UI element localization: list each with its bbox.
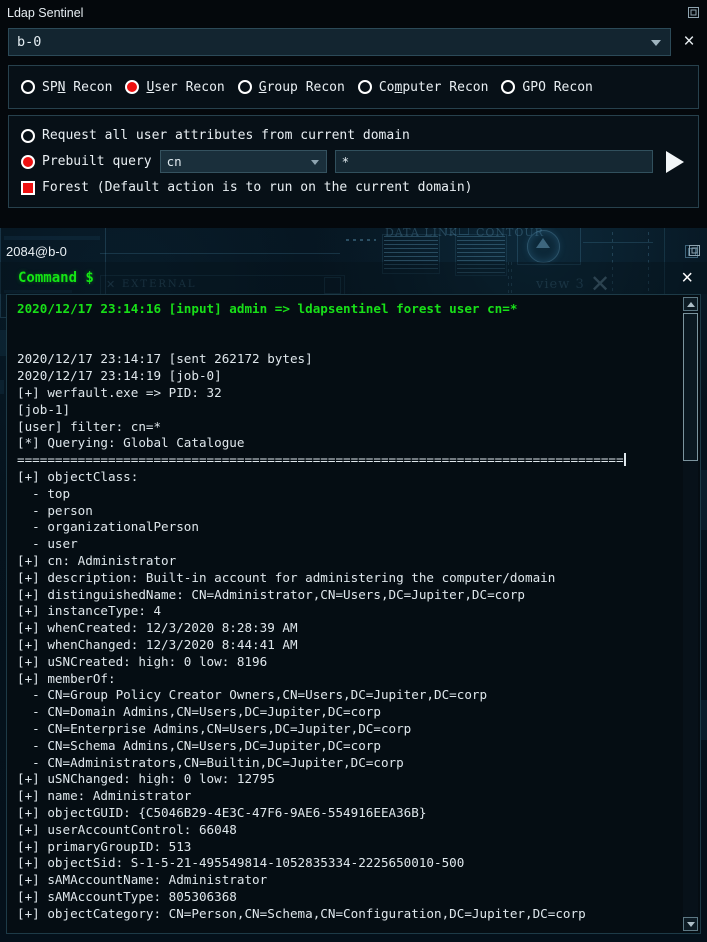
prebuilt-query-row: Prebuilt query cn *	[21, 150, 698, 173]
chevron-down-icon	[311, 160, 319, 165]
command-console-window: 2084@b-0 Command $ × 2020/12/17 23:14:16…	[0, 240, 707, 942]
terminal-line: [+] sAMAccountType: 805306368	[17, 889, 676, 906]
terminal-line: [+] cn: Administrator	[17, 553, 676, 570]
terminal-line: [+] sAMAccountName: Administrator	[17, 872, 676, 889]
terminal-line: [+] name: Administrator	[17, 788, 676, 805]
terminal-line: [+] whenChanged: 12/3/2020 8:44:41 AM	[17, 637, 676, 654]
prebuilt-query-value: cn	[167, 154, 182, 169]
terminal-output-area[interactable]: 2020/12/17 23:14:16 [input] admin => lda…	[6, 294, 701, 934]
forest-label: Forest (Default action is to run on the …	[42, 180, 472, 195]
terminal-line: [+] userAccountControl: 66048	[17, 822, 676, 839]
scroll-down-arrow-icon[interactable]	[683, 917, 698, 931]
terminal-line: [+] distinguishedName: CN=Administrator,…	[17, 587, 676, 604]
terminal-line: [+] memberOf:	[17, 671, 676, 688]
terminal-cursor	[624, 453, 626, 466]
terminal-scrollbar[interactable]	[683, 297, 698, 931]
window-titlebar: Ldap Sentinel	[0, 0, 707, 25]
radio-indicator	[21, 129, 35, 143]
terminal-line: [+] objectCategory: CN=Person,CN=Schema,…	[17, 906, 676, 923]
console-restore-icon[interactable]	[688, 244, 701, 260]
terminal-line: - CN=Schema Admins,CN=Users,DC=Jupiter,D…	[17, 738, 676, 755]
restore-window-icon[interactable]	[686, 5, 701, 20]
radio-indicator	[21, 80, 35, 94]
console-prompt: Command $	[18, 270, 94, 286]
request-all-label: Request all user attributes from current…	[42, 128, 410, 143]
radio-label-group: Group Recon	[259, 80, 345, 95]
terminal-line: [+] objectClass:	[17, 469, 676, 486]
radio-label-gpo: GPO Recon	[522, 80, 592, 95]
terminal-line: [+] uSNCreated: high: 0 low: 8196	[17, 654, 676, 671]
terminal-line: - CN=Enterprise Admins,CN=Users,DC=Jupit…	[17, 721, 676, 738]
radio-indicator-selected[interactable]	[21, 155, 35, 169]
terminal-line: - CN=Domain Admins,CN=Users,DC=Jupiter,D…	[17, 704, 676, 721]
terminal-line: - user	[17, 536, 676, 553]
terminal-line: [job-1]	[17, 402, 676, 419]
host-combo-value: b-0	[17, 34, 41, 50]
console-header: Command $ ×	[0, 262, 707, 294]
session-label-bar: 2084@b-0	[6, 240, 707, 262]
radio-indicator	[501, 80, 515, 94]
radio-computer-recon[interactable]: Computer Recon	[358, 80, 489, 95]
terminal-line: - organizationalPerson	[17, 519, 676, 536]
scroll-up-arrow-icon[interactable]	[683, 297, 698, 311]
query-options-panel: Request all user attributes from current…	[8, 115, 699, 208]
play-icon[interactable]	[666, 151, 684, 173]
close-button[interactable]: ×	[671, 28, 707, 56]
ldap-sentinel-window: Ldap Sentinel b-0 × SPN Recon User Recon…	[0, 0, 707, 228]
scrollbar-thumb[interactable]	[683, 313, 698, 461]
terminal-text: 2020/12/17 23:14:16 [input] admin => lda…	[17, 301, 676, 922]
radio-indicator-selected	[125, 80, 139, 94]
terminal-line: [+] primaryGroupID: 513	[17, 839, 676, 856]
prebuilt-query-select[interactable]: cn	[160, 150, 327, 173]
terminal-line: - CN=Administrators,CN=Builtin,DC=Jupite…	[17, 755, 676, 772]
terminal-line: 2020/12/17 23:14:17 [sent 262172 bytes]	[17, 351, 676, 368]
prebuilt-query-label: Prebuilt query	[42, 154, 152, 169]
terminal-line: - CN=Group Policy Creator Owners,CN=User…	[17, 687, 676, 704]
radio-label-user: User Recon	[146, 80, 224, 95]
radio-indicator	[358, 80, 372, 94]
radio-label-spn: SPN Recon	[42, 80, 112, 95]
radio-group-recon[interactable]: Group Recon	[238, 80, 345, 95]
filter-input-value: *	[342, 154, 350, 169]
filter-input[interactable]: *	[335, 150, 653, 173]
request-all-row[interactable]: Request all user attributes from current…	[21, 128, 698, 143]
forest-checkbox-row[interactable]: Forest (Default action is to run on the …	[21, 180, 698, 195]
radio-label-computer: Computer Recon	[379, 80, 489, 95]
window-title: Ldap Sentinel	[7, 6, 83, 20]
terminal-line: ========================================…	[17, 452, 676, 469]
terminal-line: 2020/12/17 23:14:16 [input] admin => lda…	[17, 301, 676, 318]
terminal-line: [+] uSNChanged: high: 0 low: 12795	[17, 771, 676, 788]
terminal-line: 2020/12/17 23:14:19 [job-0]	[17, 368, 676, 385]
terminal-line: [+] objectGUID: {C5046B29-4E3C-47F6-9AE6…	[17, 805, 676, 822]
host-combo-box[interactable]: b-0	[8, 28, 671, 56]
radio-indicator	[238, 80, 252, 94]
terminal-line	[17, 318, 676, 335]
host-selector-row: b-0 ×	[0, 25, 707, 59]
terminal-line: [+] objectSid: S-1-5-21-495549814-105283…	[17, 855, 676, 872]
console-close-button[interactable]: ×	[681, 267, 693, 290]
terminal-line: [+] instanceType: 4	[17, 603, 676, 620]
terminal-line: [user] filter: cn=*	[17, 419, 676, 436]
terminal-line	[17, 335, 676, 352]
radio-spn-recon[interactable]: SPN Recon	[21, 80, 112, 95]
radio-user-recon[interactable]: User Recon	[125, 80, 224, 95]
session-label: 2084@b-0	[6, 244, 67, 259]
radio-gpo-recon[interactable]: GPO Recon	[501, 80, 592, 95]
terminal-line: [+] werfault.exe => PID: 32	[17, 385, 676, 402]
terminal-line: [+] whenCreated: 12/3/2020 8:28:39 AM	[17, 620, 676, 637]
terminal-line: [+] description: Built-in account for ad…	[17, 570, 676, 587]
terminal-line: [*] Querying: Global Catalogue	[17, 435, 676, 452]
recon-mode-panel: SPN Recon User Recon Group Recon Compute…	[8, 65, 699, 109]
terminal-line: - top	[17, 486, 676, 503]
terminal-line: - person	[17, 503, 676, 520]
forest-checkbox	[21, 181, 35, 195]
chevron-down-icon	[651, 40, 661, 46]
